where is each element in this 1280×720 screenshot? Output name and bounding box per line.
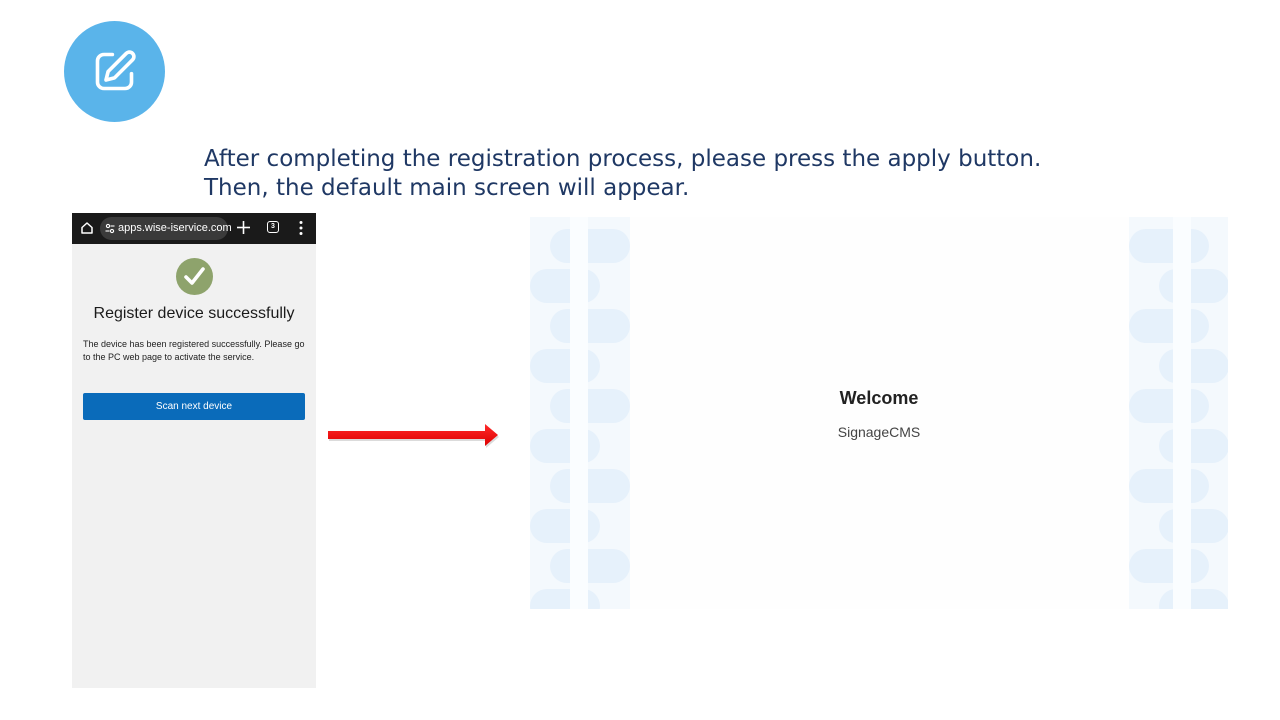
welcome-title: Welcome (839, 388, 919, 408)
scan-next-device-button[interactable]: Scan next device (83, 393, 305, 420)
main-screen-screenshot: Welcome SignageCMS (530, 217, 1228, 609)
site-settings-icon[interactable] (105, 223, 115, 234)
success-description: The device has been registered successfu… (83, 339, 305, 362)
new-tab-icon[interactable] (235, 219, 252, 236)
url-text: apps.wise-iservice.com (118, 222, 232, 234)
check-circle-icon (176, 258, 213, 295)
edit-icon (95, 50, 136, 91)
edit-badge (64, 21, 165, 122)
more-menu-icon[interactable] (298, 220, 304, 236)
slide: After completing the registration proces… (0, 0, 1280, 720)
address-bar[interactable]: apps.wise-iservice.com (100, 217, 232, 240)
instruction-line-2: Then, the default main screen will appea… (204, 175, 690, 201)
tab-switcher-button[interactable]: 3 (267, 221, 279, 233)
browser-toolbar: apps.wise-iservice.com 3 (72, 213, 316, 244)
background-pattern-right (1129, 217, 1228, 609)
phone-screenshot: apps.wise-iservice.com 3 Register device… (72, 213, 316, 688)
welcome-subtitle: SignageCMS (837, 424, 921, 440)
home-icon[interactable] (80, 221, 94, 235)
background-pattern-left (530, 217, 630, 609)
instruction-line-1: After completing the registration proces… (204, 146, 1042, 172)
instructions: After completing the registration proces… (204, 145, 1204, 203)
success-title: Register device successfully (93, 305, 295, 322)
right-arrow (328, 424, 499, 448)
